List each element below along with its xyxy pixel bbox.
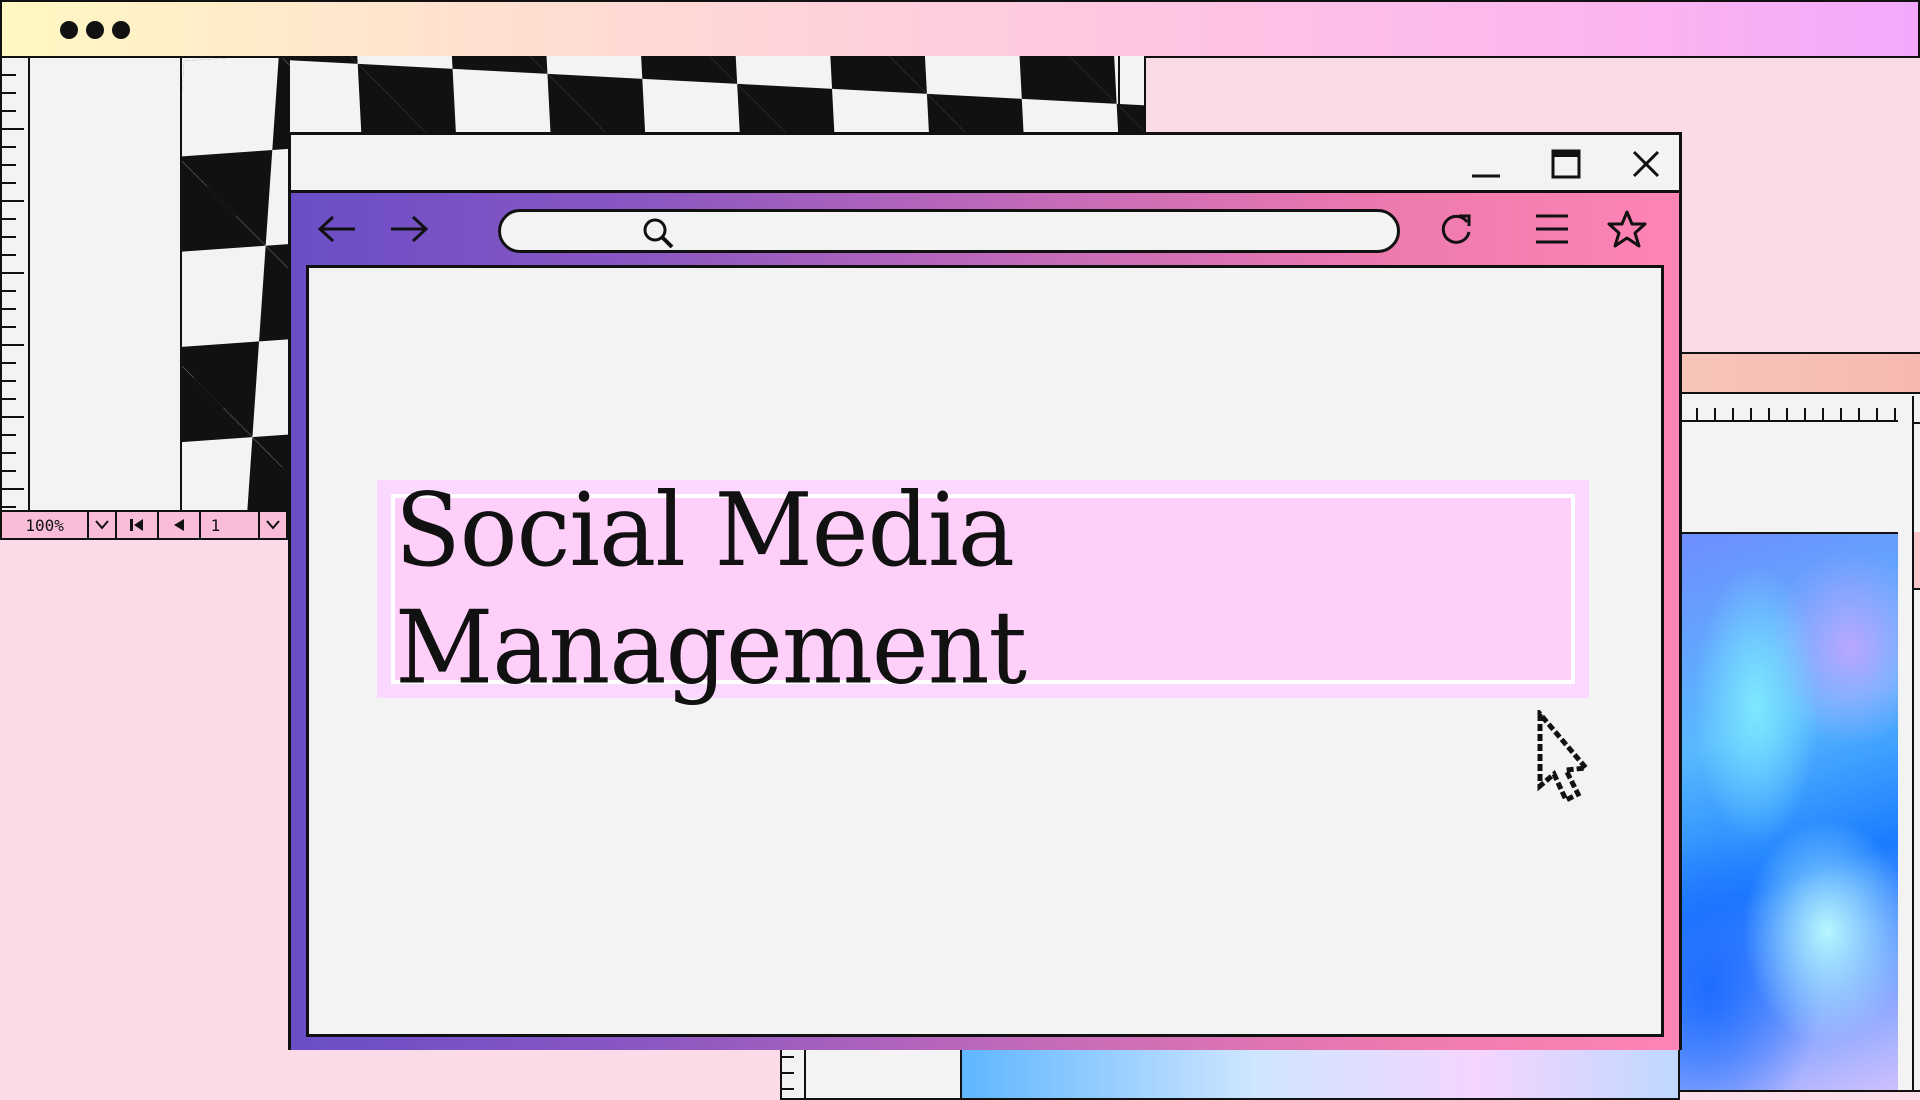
chevron-down-icon <box>266 520 280 530</box>
back-arrow-icon <box>317 215 355 243</box>
star-icon <box>1607 210 1647 248</box>
menu-button[interactable] <box>1527 207 1577 251</box>
close-icon <box>1632 150 1660 178</box>
bookmark-button[interactable] <box>1601 207 1653 251</box>
prev-page-button[interactable] <box>159 512 199 538</box>
holographic-image <box>1662 532 1898 1090</box>
page-viewport: Social Media Management <box>306 265 1664 1037</box>
browser-titlebar <box>291 135 1679 193</box>
browser-window: Social Media Management <box>288 132 1682 1050</box>
vertical-ruler <box>782 1042 806 1098</box>
title-banner-frame: Social Media Management <box>391 471 1575 707</box>
top-window-titlebar <box>0 0 1920 58</box>
forward-button[interactable] <box>387 207 431 251</box>
scroll-thumb[interactable] <box>1914 532 1920 590</box>
back-button[interactable] <box>315 207 359 251</box>
scroll-up-button[interactable]: ^ <box>1914 396 1920 424</box>
skip-to-first-icon <box>130 519 143 531</box>
close-button[interactable] <box>1621 143 1671 185</box>
right-image-window: ^ <box>1660 352 1920 1092</box>
minimize-icon <box>1472 174 1500 178</box>
search-icon <box>643 218 674 249</box>
page-dropdown-button[interactable] <box>260 512 286 538</box>
page-title: Social Media Management <box>395 471 1027 707</box>
reload-icon <box>1441 214 1471 244</box>
browser-toolbar: Social Media Management <box>291 193 1679 1050</box>
reload-button[interactable] <box>1431 207 1481 251</box>
zoom-dropdown-button[interactable] <box>89 512 118 538</box>
page-number-value: 1 <box>210 515 221 535</box>
maximize-button[interactable] <box>1541 143 1591 185</box>
window-dot-2[interactable] <box>86 21 104 39</box>
window-dot-3[interactable] <box>112 21 130 39</box>
editor-statusbar: 100% 1 <box>2 510 286 538</box>
horizontal-ruler <box>1662 396 1898 422</box>
zoom-field[interactable]: 100% <box>2 512 90 538</box>
checkerboard-pattern <box>182 58 290 512</box>
vertical-ruler <box>2 58 30 512</box>
window-dot-1[interactable] <box>60 21 78 39</box>
first-page-button[interactable] <box>117 512 159 538</box>
menu-icon <box>1536 214 1568 244</box>
minimize-button[interactable] <box>1461 143 1511 185</box>
window-edge <box>1118 56 1120 136</box>
left-editor-window: 100% 1 <box>0 56 290 540</box>
checker-pattern-window <box>178 56 1146 136</box>
checkerboard-pattern <box>178 56 1144 136</box>
maximize-icon <box>1551 149 1581 179</box>
mouse-cursor-icon <box>1537 710 1591 804</box>
forward-arrow-icon <box>391 215 429 243</box>
address-bar[interactable] <box>498 209 1400 253</box>
vertical-scrollbar[interactable]: ^ <box>1912 396 1920 1090</box>
page-number-field[interactable]: 1 <box>198 512 261 538</box>
chevron-down-icon <box>95 520 110 530</box>
holographic-image <box>960 1042 1678 1098</box>
right-window-titlebar <box>1662 354 1920 394</box>
triangle-left-icon <box>173 519 184 531</box>
title-banner: Social Media Management <box>377 471 1589 707</box>
checker-canvas <box>180 58 290 512</box>
zoom-value: 100% <box>25 515 64 535</box>
